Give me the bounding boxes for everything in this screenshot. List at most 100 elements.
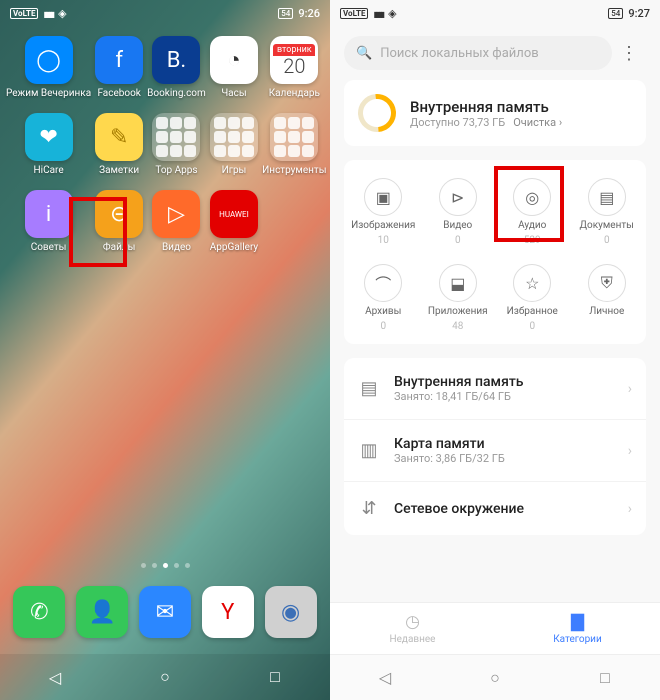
cat-fav[interactable]: ☆ Избранное 0 xyxy=(495,264,570,332)
dock-contacts[interactable]: 👤 xyxy=(76,586,128,638)
storage-subtitle: Доступно 73,73 ГБ xyxy=(410,116,505,129)
app-заметки[interactable]: ✎ Заметки xyxy=(95,113,143,176)
cat-label: Личное xyxy=(589,306,624,317)
storage-card[interactable]: Внутренняя память Доступно 73,73 ГБ Очис… xyxy=(344,80,646,146)
volte-indicator: VoLTE xyxy=(340,8,368,19)
app-файлы[interactable]: ⊝Файлы xyxy=(95,190,143,253)
folder-icon: ▇ xyxy=(571,612,584,632)
cat-label: Приложения xyxy=(428,306,488,317)
search-placeholder: Поиск локальных файлов xyxy=(380,46,538,61)
dock-yandex[interactable]: Y xyxy=(202,586,254,638)
cat-apps[interactable]: ⬓Приложения48 xyxy=(421,264,496,332)
search-row: 🔍 Поиск локальных файлов ⋮ xyxy=(344,36,646,70)
storage-internal[interactable]: ▤Внутренняя памятьЗанято: 18,41 ГБ/64 ГБ… xyxy=(344,358,646,420)
app-hicare[interactable]: ❤HiCare xyxy=(6,113,91,176)
cat-archives[interactable]: ⌒Архивы0 xyxy=(346,264,421,332)
dock-dialer[interactable]: ✆ xyxy=(13,586,65,638)
battery-pct: 54 xyxy=(278,8,293,19)
sd-icon: ▥ xyxy=(358,440,380,461)
cat-audio[interactable]: ◎ Аудио 529 xyxy=(495,178,570,246)
app-icon: вторник20 xyxy=(270,36,318,84)
dock-messages[interactable]: ✉ xyxy=(139,586,191,638)
cat-count: 0 xyxy=(604,235,610,246)
cat-video[interactable]: ⊳ Видео 0 xyxy=(421,178,496,246)
nav-recent-icon[interactable]: □ xyxy=(591,668,619,688)
search-icon: 🔍 xyxy=(356,46,372,61)
app-советы[interactable]: iСоветы xyxy=(6,190,91,253)
audio-icon: ◎ xyxy=(513,178,551,216)
nav-bar: ◁ ○ □ xyxy=(330,654,660,700)
storage-sd[interactable]: ▥Карта памятиЗанято: 3,86 ГБ/32 ГБ› xyxy=(344,420,646,482)
cat-images[interactable]: ▣Изображения10 xyxy=(346,178,421,246)
app-facebook[interactable]: f Facebook xyxy=(95,36,143,99)
app-режим-вечеринка[interactable]: ◯Режим Вечеринка xyxy=(6,36,91,99)
app-label: Инструменты xyxy=(262,165,326,176)
app-label: Top Apps xyxy=(155,165,197,176)
cat-label: Изображения xyxy=(351,220,415,231)
app-icon: ❤ xyxy=(25,113,73,161)
app-icon: f xyxy=(95,36,143,84)
storage-title: Внутренняя память xyxy=(394,374,524,390)
chevron-right-icon: › xyxy=(628,381,632,397)
tab-recent[interactable]: ◷ Недавнее xyxy=(330,603,495,654)
app-booking.com[interactable]: B.Booking.com xyxy=(147,36,206,99)
storage-list: ▤Внутренняя памятьЗанято: 18,41 ГБ/64 ГБ… xyxy=(344,358,646,535)
cat-count: 529 xyxy=(524,235,541,246)
app-label: Файлы xyxy=(103,242,135,253)
tab-categories[interactable]: ▇ Категории xyxy=(495,603,660,654)
cat-private[interactable]: ⛨Личное xyxy=(570,264,645,332)
app-top-apps[interactable]: Top Apps xyxy=(147,113,206,176)
internal-icon: ▤ xyxy=(358,378,380,399)
nav-back-icon[interactable]: ◁ xyxy=(41,668,69,687)
app-label: AppGallery xyxy=(210,242,258,253)
chevron-right-icon: › xyxy=(628,443,632,459)
app-appgallery[interactable]: HUAWEIAppGallery xyxy=(210,190,258,253)
app-label: Видео xyxy=(162,242,191,253)
cat-count: 0 xyxy=(529,321,535,332)
cat-label: Аудио xyxy=(518,220,546,231)
clock: 9:26 xyxy=(298,7,320,20)
page-indicator xyxy=(0,563,330,568)
fav-icon: ☆ xyxy=(513,264,551,302)
nav-home-icon[interactable]: ○ xyxy=(481,668,509,688)
images-icon: ▣ xyxy=(364,178,402,216)
storage-text: Внутренняя память Доступно 73,73 ГБ Очис… xyxy=(410,98,562,129)
more-menu-icon[interactable]: ⋮ xyxy=(612,43,646,64)
status-bar: VoLTE 54 9:26 xyxy=(0,0,330,26)
app-инструменты[interactable]: Инструменты xyxy=(262,113,326,176)
cat-docs[interactable]: ▤Документы0 xyxy=(570,178,645,246)
cat-label: Видео xyxy=(443,220,472,231)
cat-count: 0 xyxy=(455,235,461,246)
cat-label: Избранное xyxy=(507,306,558,317)
bottom-tabs: ◷ Недавнее ▇ Категории xyxy=(330,602,660,654)
storage-net[interactable]: ⇵Сетевое окружение› xyxy=(344,482,646,535)
app-label: Советы xyxy=(31,242,67,253)
storage-title: Внутренняя память xyxy=(410,98,562,116)
app-label: Игры xyxy=(222,165,247,176)
cleanup-link[interactable]: Очистка › xyxy=(513,116,562,129)
nav-home-icon[interactable]: ○ xyxy=(151,667,179,687)
app-часы[interactable]: ◔ Часы xyxy=(210,36,258,99)
cat-label: Архивы xyxy=(365,306,401,317)
app-игры[interactable]: Игры xyxy=(210,113,258,176)
category-grid: ▣Изображения10⊳Видео0◎Аудио529▤Документы… xyxy=(344,160,646,344)
app-icon: ✎ xyxy=(95,113,143,161)
cat-count: 0 xyxy=(380,321,386,332)
dock-camera[interactable]: ◉ xyxy=(265,586,317,638)
cat-label: Документы xyxy=(580,220,634,231)
app-icon: ◔ xyxy=(210,36,258,84)
video-icon: ⊳ xyxy=(439,178,477,216)
app-label: Facebook xyxy=(97,88,140,99)
app-календарь[interactable]: вторник20Календарь xyxy=(262,36,326,99)
app-видео[interactable]: ▷Видео xyxy=(147,190,206,253)
search-input[interactable]: 🔍 Поиск локальных файлов xyxy=(344,36,612,70)
app-icon: B. xyxy=(152,36,200,84)
app-label: Заметки xyxy=(99,165,139,176)
nav-back-icon[interactable]: ◁ xyxy=(371,668,399,687)
clock-icon: ◷ xyxy=(405,612,420,632)
app-label: Часы xyxy=(221,88,246,99)
app-icon xyxy=(210,113,258,161)
nav-recent-icon[interactable]: □ xyxy=(261,667,289,687)
apps-icon: ⬓ xyxy=(439,264,477,302)
clock: 9:27 xyxy=(628,7,650,20)
